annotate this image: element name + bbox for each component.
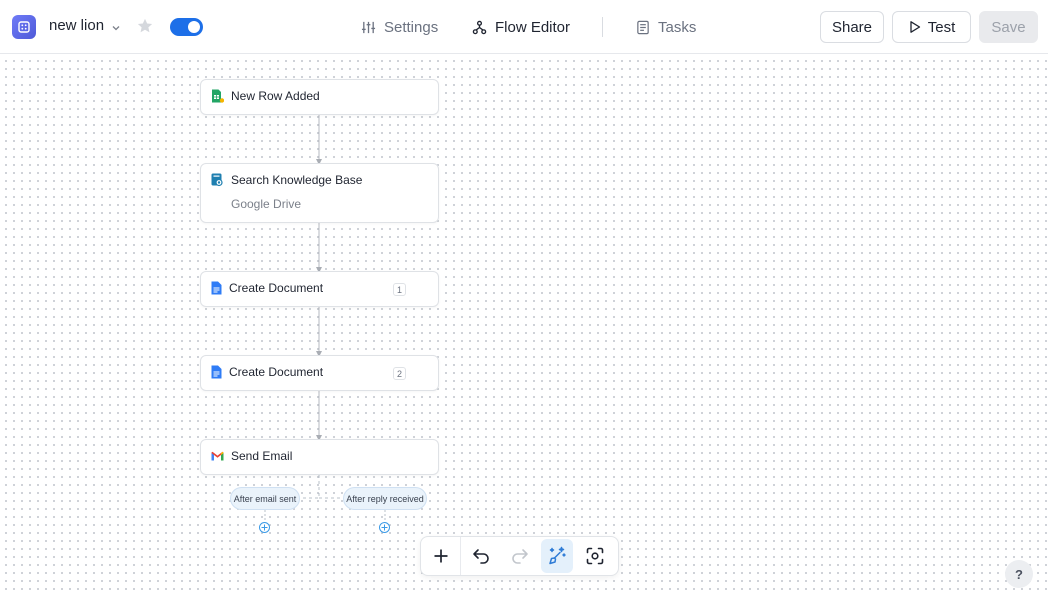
auto-layout-button[interactable] [541, 539, 573, 573]
nav-divider [602, 17, 603, 37]
add-step-button[interactable] [379, 522, 390, 533]
sliders-icon [361, 21, 376, 33]
gmail-icon [211, 451, 224, 461]
node-index-badge: 2 [393, 367, 406, 380]
fit-view-icon [586, 547, 603, 565]
google-docs-icon [211, 281, 222, 295]
test-button[interactable]: Test [892, 11, 971, 43]
flow-connectors [264, 115, 386, 521]
tab-tasks[interactable]: Tasks [636, 18, 696, 36]
flow-tree-icon [472, 20, 487, 34]
node-search-knowledge-base[interactable]: Search Knowledge Base Google Drive [200, 163, 439, 223]
flow-name[interactable]: new lion [49, 17, 104, 34]
tab-flow-editor[interactable]: Flow Editor [472, 18, 570, 36]
knowledge-base-icon [211, 173, 223, 187]
tasks-document-icon [637, 20, 649, 34]
node-create-document-1[interactable]: Create Document 1 [200, 271, 439, 307]
add-step-button[interactable] [259, 522, 270, 533]
tab-flow-editor-label: Flow Editor [495, 18, 571, 36]
top-bar: new lion Settings Flow Editor Tasks Shar… [0, 0, 1048, 54]
canvas-toolbar [420, 536, 619, 576]
node-send-email[interactable]: Send Email [200, 439, 439, 475]
save-button[interactable]: Save [979, 11, 1038, 43]
google-sheets-trigger-icon [212, 89, 224, 103]
auto-layout-icon [549, 546, 566, 565]
node-title: Search Knowledge Base [231, 173, 363, 187]
node-title: New Row Added [231, 89, 320, 103]
node-new-row-added[interactable]: New Row Added [200, 79, 439, 115]
branch-after-email-sent[interactable]: After email sent [230, 487, 300, 510]
google-docs-icon [211, 365, 222, 379]
node-title: Create Document [229, 365, 324, 379]
test-button-label: Test [927, 18, 956, 36]
chevron-down-icon[interactable] [111, 20, 121, 38]
share-button[interactable]: Share [820, 11, 884, 43]
flow-canvas[interactable]: New Row Added Search Knowledge Base Goog… [0, 55, 1048, 595]
branch-after-reply-received[interactable]: After reply received [343, 487, 427, 510]
tab-settings[interactable]: Settings [361, 18, 438, 36]
plus-icon [381, 524, 388, 531]
tab-settings-label: Settings [384, 18, 439, 36]
plus-icon [261, 524, 268, 531]
redo-button[interactable] [500, 537, 539, 575]
node-subtitle: Google Drive [231, 197, 302, 211]
fit-view-button[interactable] [575, 537, 614, 575]
add-icon [434, 549, 447, 563]
play-icon [910, 21, 920, 33]
toggle-knob [188, 21, 200, 33]
star-icon[interactable] [136, 17, 154, 40]
node-index-badge: 1 [393, 283, 406, 296]
help-button[interactable]: ? [1005, 560, 1033, 588]
redo-icon [511, 549, 528, 564]
node-title: Create Document [229, 281, 324, 295]
undo-button[interactable] [461, 537, 500, 575]
add-node-button[interactable] [421, 537, 460, 575]
node-title: Send Email [231, 449, 293, 463]
flow-enabled-toggle[interactable] [170, 18, 203, 36]
node-create-document-2[interactable]: Create Document 2 [200, 355, 439, 391]
tab-tasks-label: Tasks [658, 18, 697, 36]
app-icon[interactable] [12, 15, 36, 39]
undo-icon [472, 549, 489, 564]
